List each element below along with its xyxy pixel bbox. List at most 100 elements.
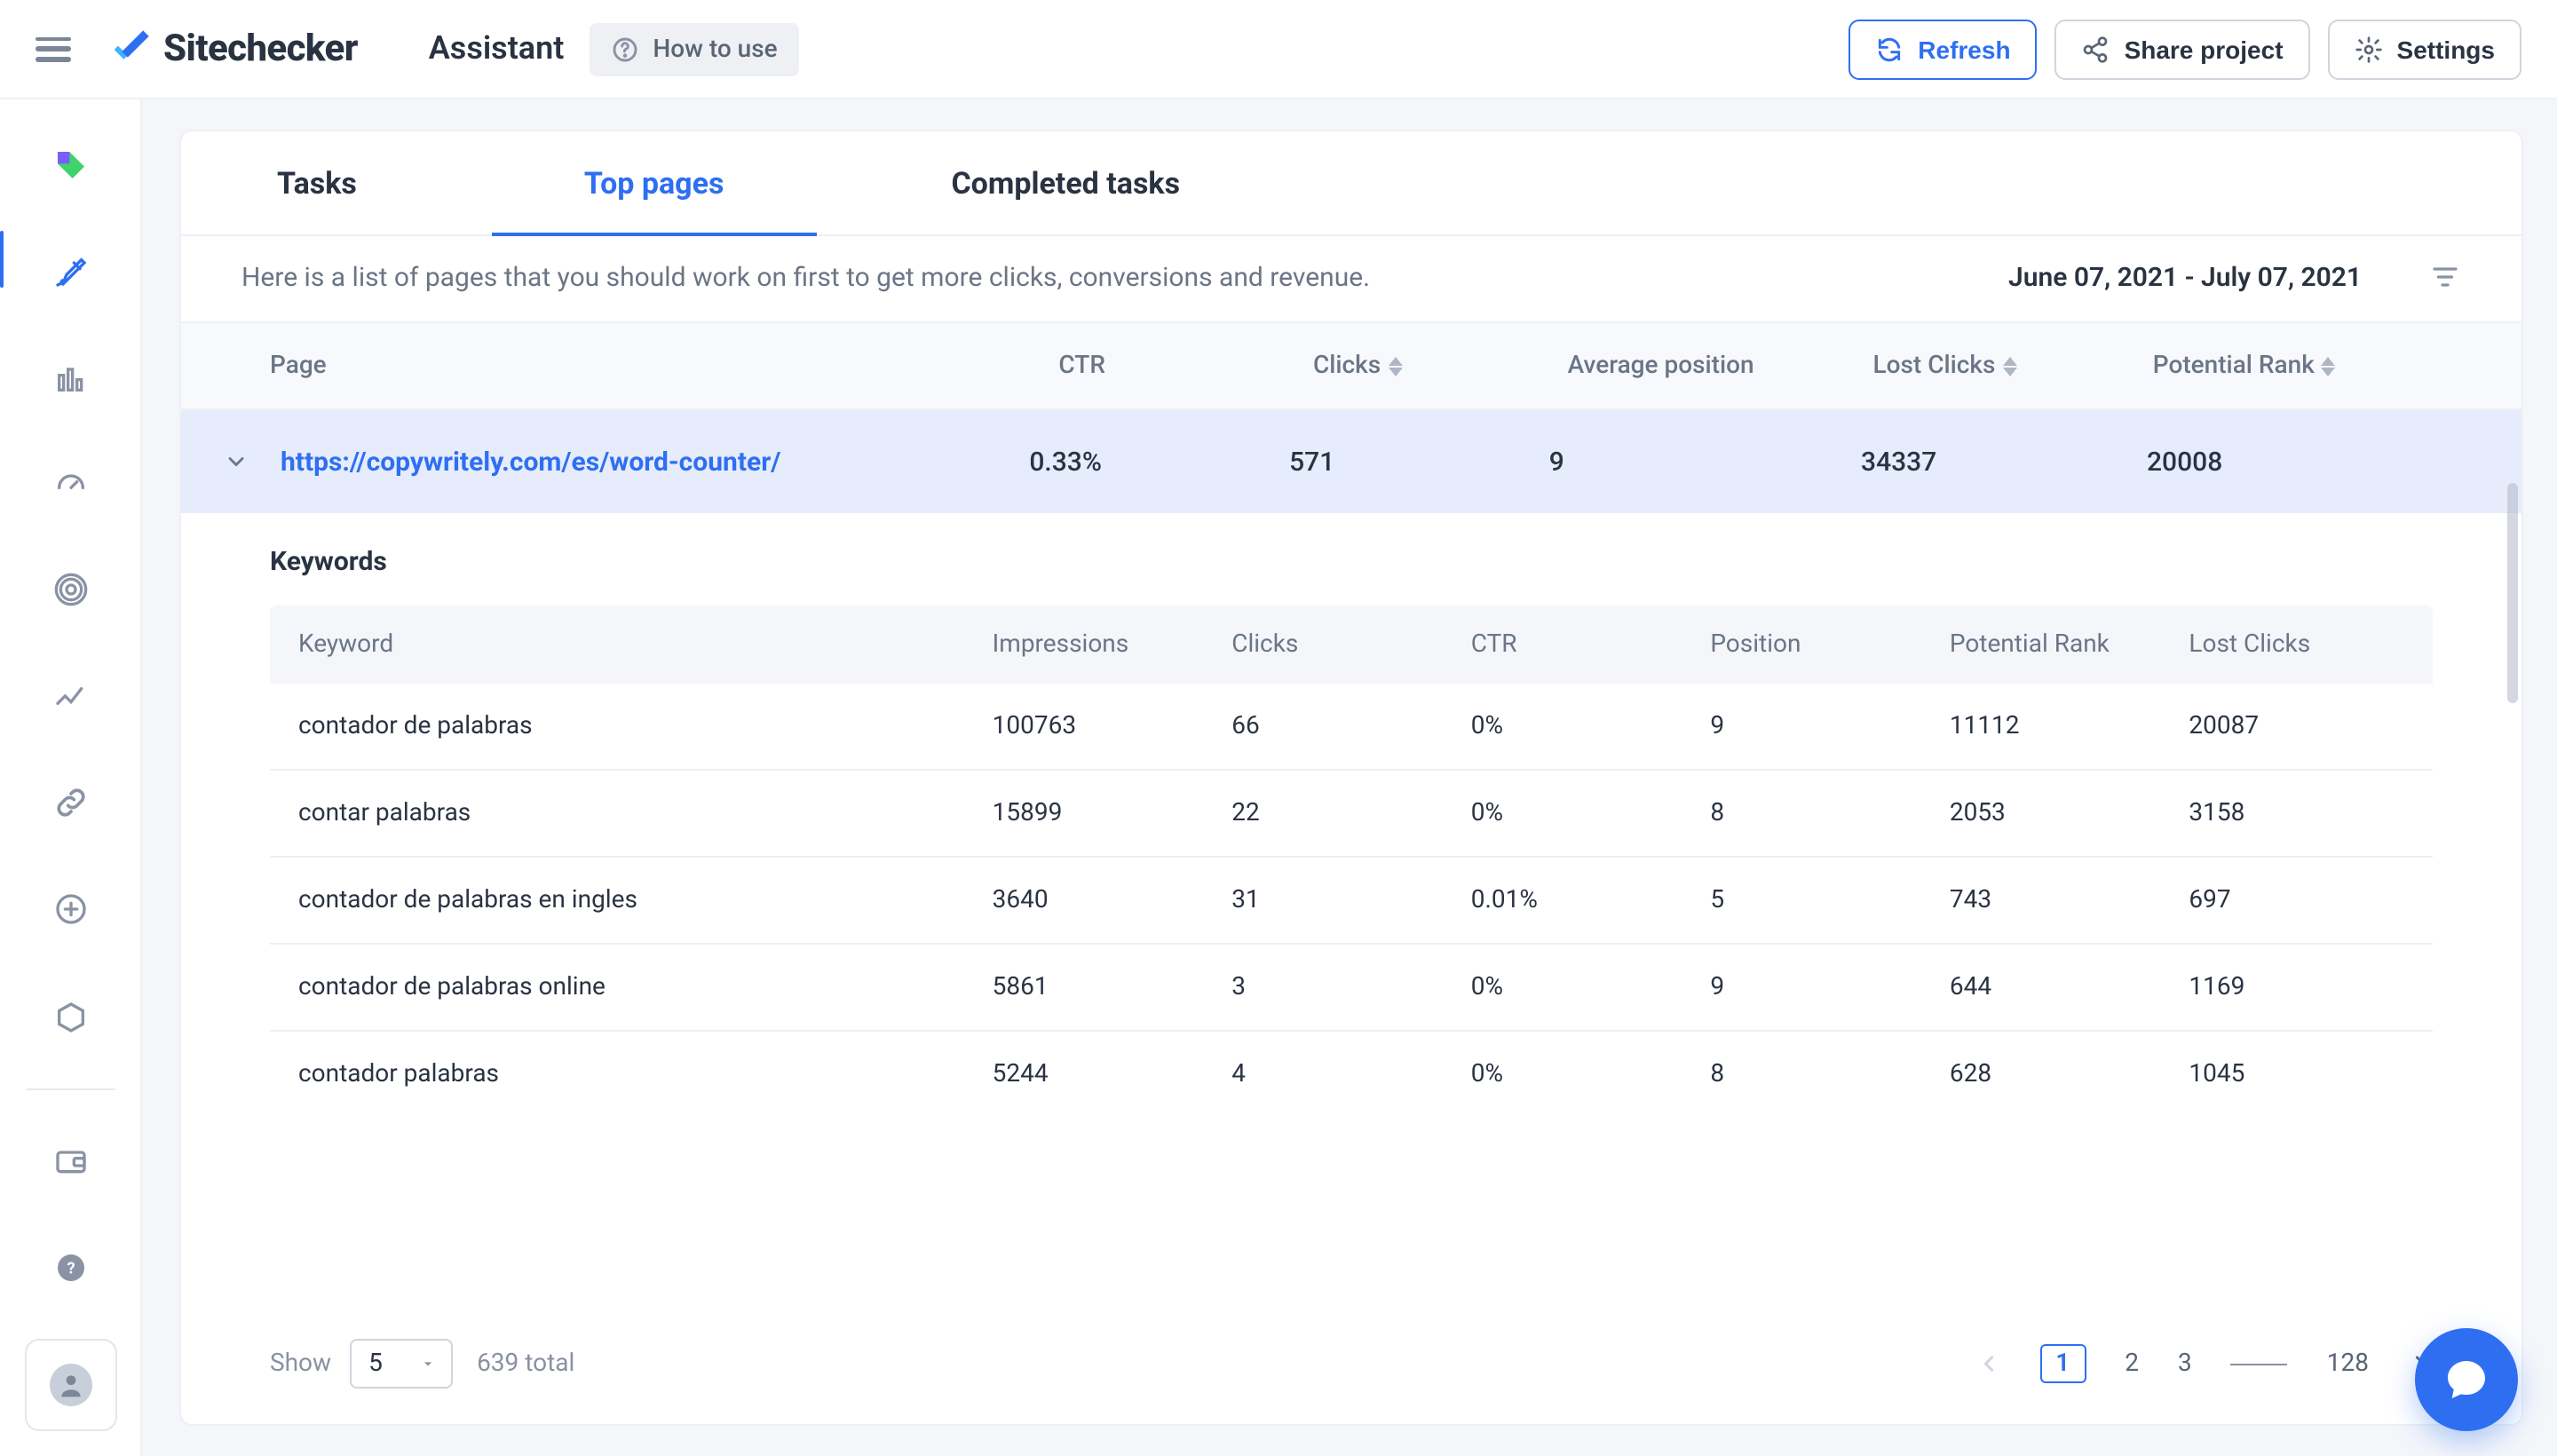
cell-position: 5 [1710, 886, 1950, 914]
total-count: 639 total [477, 1349, 574, 1378]
refresh-icon [1875, 35, 1904, 63]
cell-ctr: 0% [1471, 799, 1711, 827]
keywords-section: Keywords Keyword Impressions Clicks CTR … [181, 513, 2521, 1117]
cell-potential_rank: 2053 [1950, 799, 2189, 827]
col-lost-clicks[interactable]: Lost Clicks [1873, 352, 2153, 380]
share-project-button[interactable]: Share project [2055, 19, 2310, 79]
cell-lost_clicks: 3158 [2189, 799, 2404, 827]
col-avg-position[interactable]: Average position [1568, 352, 1873, 380]
table-footer: Show 5 639 total 1 2 3 128 [181, 1314, 2521, 1424]
main-panel: Tasks Top pages Completed tasks Here is … [181, 131, 2521, 1424]
sidebar-item-speed[interactable] [35, 450, 106, 518]
keyword-row: contador palabras524440%86281045 [270, 1032, 2433, 1117]
settings-label: Settings [2397, 35, 2495, 63]
sidebar-item-help[interactable]: ? [35, 1232, 106, 1303]
sidebar-item-audit[interactable] [35, 344, 106, 412]
active-indicator [0, 231, 4, 288]
tab-tasks[interactable]: Tasks [234, 131, 400, 234]
kwcol-potential-rank[interactable]: Potential Rank [1950, 630, 2189, 659]
topbar: Sitechecker Assistant How to use Refresh… [0, 0, 2557, 99]
sidebar-item-wallet[interactable] [35, 1126, 106, 1197]
sidebar-item-extension[interactable] [35, 982, 106, 1053]
tab-top-pages[interactable]: Top pages [542, 131, 767, 234]
cell-impressions: 100763 [993, 712, 1232, 740]
col-potential-rank-label: Potential Rank [2153, 352, 2315, 380]
brand-name: Sitechecker [163, 28, 358, 70]
scrollbar[interactable] [2507, 483, 2518, 703]
cell-keyword: contador de palabras en ingles [298, 886, 993, 914]
date-range[interactable]: June 07, 2021 - July 07, 2021 [2008, 261, 2362, 293]
how-to-use-label: How to use [653, 35, 777, 63]
col-page[interactable]: Page [270, 352, 1058, 380]
cell-clicks: 31 [1231, 886, 1471, 914]
cell-ctr: 0% [1471, 712, 1711, 740]
cell-position: 9 [1710, 973, 1950, 1001]
topbar-nav: Assistant How to use [429, 22, 799, 75]
sidebar-item-rankings[interactable] [35, 663, 106, 731]
sidebar-item-assistant[interactable] [35, 238, 106, 305]
kwcol-ctr[interactable]: CTR [1471, 630, 1711, 659]
chat-fab[interactable] [2415, 1328, 2518, 1431]
pagination-prev[interactable] [1975, 1351, 2000, 1376]
cell-lost_clicks: 1045 [2189, 1060, 2404, 1088]
cell-clicks: 22 [1231, 799, 1471, 827]
svg-text:?: ? [66, 1260, 74, 1278]
show-label: Show [270, 1349, 331, 1378]
description-text: Here is a list of pages that you should … [241, 261, 1370, 293]
cell-potential_rank: 628 [1950, 1060, 2189, 1088]
keyword-row: contador de palabras100763660%9111122008… [270, 684, 2433, 771]
page-3[interactable]: 3 [2178, 1349, 2192, 1378]
kwcol-keyword[interactable]: Keyword [298, 630, 993, 659]
brand-logo[interactable]: Sitechecker [107, 26, 358, 72]
cell-lost_clicks: 697 [2189, 886, 2404, 914]
page-2[interactable]: 2 [2125, 1349, 2139, 1378]
cell-position: 8 [1710, 799, 1950, 827]
cell-keyword: contador de palabras [298, 712, 993, 740]
sidebar-item-project[interactable] [35, 131, 106, 199]
page-size-value: 5 [368, 1349, 383, 1378]
cell-clicks: 3 [1231, 973, 1471, 1001]
panel-tabs: Tasks Top pages Completed tasks [181, 131, 2521, 236]
filter-icon[interactable] [2429, 261, 2461, 293]
cell-position: 9 [1710, 712, 1950, 740]
sidebar-item-backlinks[interactable] [35, 770, 106, 837]
col-potential-rank[interactable]: Potential Rank [2153, 352, 2433, 380]
col-ctr[interactable]: CTR [1058, 352, 1313, 380]
page-last[interactable]: 128 [2327, 1349, 2369, 1378]
chevron-down-icon [418, 1355, 436, 1373]
kwcol-lost-clicks[interactable]: Lost Clicks [2189, 630, 2404, 659]
share-icon [2082, 35, 2110, 63]
help-circle-icon [610, 35, 638, 63]
kwcol-position[interactable]: Position [1710, 630, 1950, 659]
sort-icon [2002, 356, 2016, 376]
refresh-button[interactable]: Refresh [1848, 19, 2037, 79]
page-1[interactable]: 1 [2039, 1344, 2086, 1383]
sidebar-divider [26, 1088, 115, 1090]
how-to-use-button[interactable]: How to use [589, 22, 798, 75]
tab-completed-tasks[interactable]: Completed tasks [908, 131, 1223, 234]
cell-potential-rank: 20008 [2147, 446, 2433, 478]
cell-lost-clicks: 34337 [1861, 446, 2147, 478]
sidebar-item-monitor[interactable] [35, 557, 106, 624]
cell-keyword: contar palabras [298, 799, 993, 827]
col-clicks[interactable]: Clicks [1313, 352, 1568, 380]
keywords-title: Keywords [270, 545, 2433, 577]
kwcol-impressions[interactable]: Impressions [993, 630, 1232, 659]
col-clicks-label: Clicks [1313, 352, 1381, 380]
kwcol-clicks[interactable]: Clicks [1231, 630, 1471, 659]
cell-lost_clicks: 20087 [2189, 712, 2404, 740]
sort-icon [1388, 356, 1402, 376]
settings-button[interactable]: Settings [2328, 19, 2521, 79]
keywords-header: Keyword Impressions Clicks CTR Position … [270, 605, 2433, 684]
page-url-link[interactable]: https://copywritely.com/es/word-counter/ [281, 446, 780, 478]
page-size-select[interactable]: 5 [349, 1339, 452, 1389]
keyword-row: contador de palabras online586130%964411… [270, 945, 2433, 1032]
chat-icon [2442, 1355, 2491, 1405]
chevron-down-icon[interactable] [224, 449, 249, 474]
cell-impressions: 5861 [993, 973, 1232, 1001]
user-avatar[interactable] [24, 1339, 116, 1431]
sidebar-item-add[interactable] [35, 875, 106, 943]
cell-ctr: 0.01% [1471, 886, 1711, 914]
cell-avg-position: 9 [1549, 446, 1861, 478]
hamburger-menu[interactable] [36, 36, 71, 61]
